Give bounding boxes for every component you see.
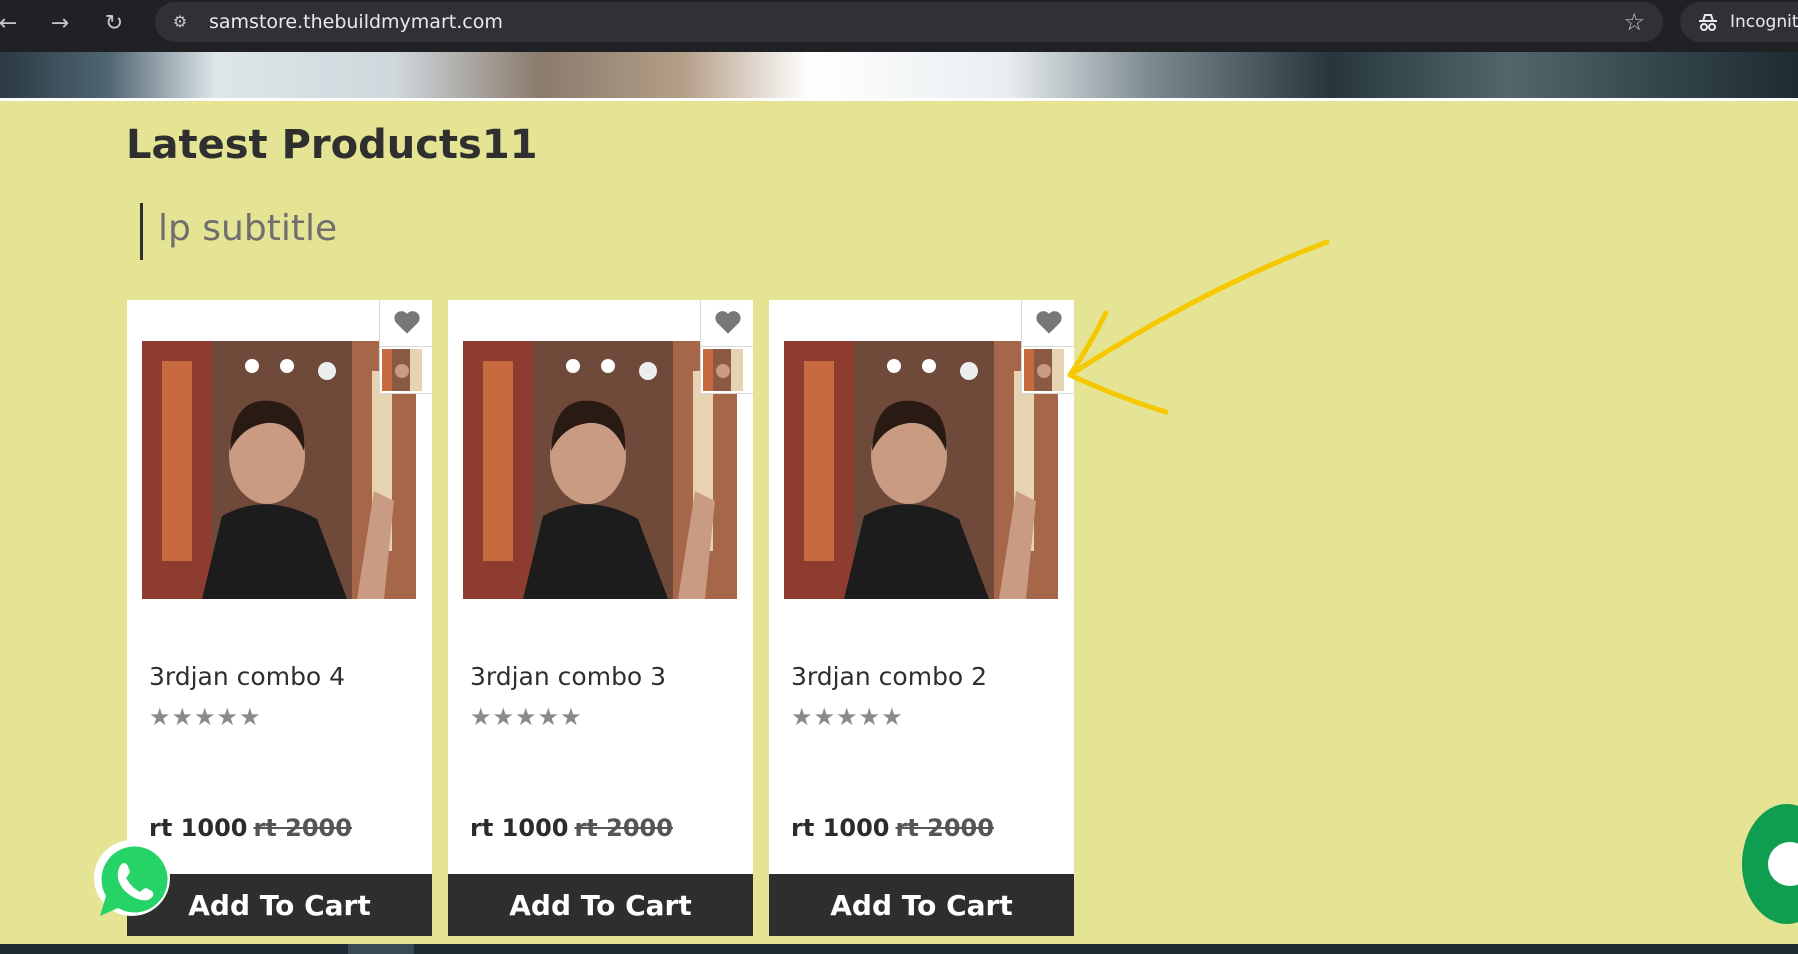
chat-icon [1768,842,1798,886]
os-taskbar [0,944,1798,954]
annotation-arrow [1067,239,1330,415]
taskbar-item[interactable] [348,944,414,954]
whatsapp-icon[interactable] [90,838,174,922]
